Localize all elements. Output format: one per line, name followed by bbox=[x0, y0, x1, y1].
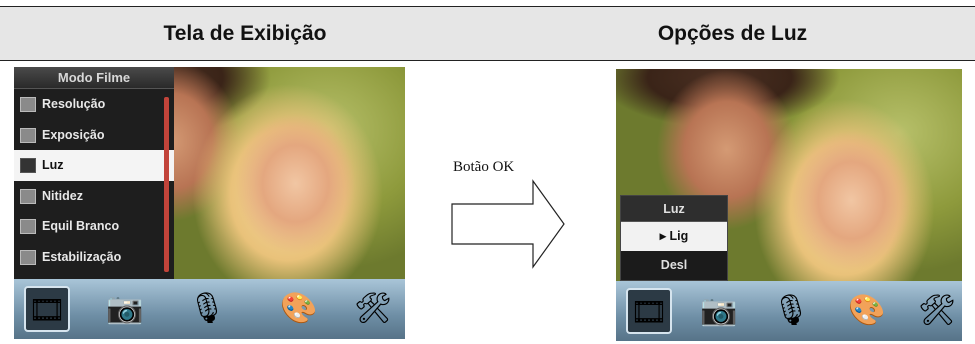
menu-item-exposure[interactable]: Exposição bbox=[14, 120, 174, 151]
resolution-icon bbox=[20, 97, 36, 112]
exposure-icon bbox=[20, 127, 36, 143]
light-icon bbox=[20, 158, 36, 173]
menu-item-label: Exposição bbox=[42, 127, 105, 142]
display-screen: Modo Filme Resolução Exposição Luz Nitid… bbox=[14, 67, 405, 339]
menu-item-label: Nitidez bbox=[42, 188, 83, 203]
popup-title: Luz bbox=[621, 196, 727, 222]
light-options-screen: Luz ▸ Lig Desl 🎞 📷 🎙 🎨 🛠 bbox=[616, 69, 962, 341]
palette-icon[interactable]: 🎨 bbox=[276, 286, 322, 332]
menu-item-white-balance[interactable]: Equil Branco bbox=[14, 211, 174, 242]
menu-item-resolution[interactable]: Resolução bbox=[14, 89, 174, 120]
right-arrow-icon bbox=[451, 179, 565, 269]
menu-item-label: Luz bbox=[42, 158, 64, 172]
menu-item-label: Resolução bbox=[42, 97, 106, 111]
menu-item-label: Equil Branco bbox=[42, 219, 120, 233]
menu-item-stabilization[interactable]: Estabilização bbox=[14, 242, 174, 273]
ok-button-label: Botão OK bbox=[453, 159, 515, 175]
microphone-icon[interactable]: 🎙 bbox=[184, 286, 230, 332]
microphone-icon[interactable]: 🎙 bbox=[768, 288, 814, 334]
menu-title: Modo Filme bbox=[14, 67, 174, 89]
mode-tabbar: 🎞 📷 🎙 🎨 🛠 bbox=[14, 279, 405, 339]
tools-icon[interactable]: 🛠 bbox=[914, 288, 960, 334]
option-off[interactable]: Desl bbox=[621, 251, 727, 280]
left-panel-title: Tela de Exibição bbox=[163, 22, 327, 45]
film-reel-icon[interactable]: 🎞 bbox=[24, 286, 70, 332]
option-on[interactable]: ▸ Lig bbox=[621, 222, 727, 251]
menu-item-sharpness[interactable]: Nitidez bbox=[14, 181, 174, 212]
light-options-popup: Luz ▸ Lig Desl bbox=[620, 195, 728, 281]
menu-item-label: Estabilização bbox=[42, 249, 122, 264]
tools-icon[interactable]: 🛠 bbox=[350, 286, 396, 332]
palette-icon[interactable]: 🎨 bbox=[844, 288, 890, 334]
stabilization-icon bbox=[20, 249, 36, 265]
right-panel-title: Opções de Luz bbox=[657, 22, 808, 45]
camera-icon[interactable]: 📷 bbox=[102, 286, 148, 332]
film-reel-icon[interactable]: 🎞 bbox=[626, 288, 672, 334]
white-balance-icon bbox=[20, 219, 36, 234]
menu-scrollbar[interactable] bbox=[164, 97, 169, 272]
camera-icon[interactable]: 📷 bbox=[696, 288, 742, 334]
sharpness-icon bbox=[20, 188, 36, 204]
mode-tabbar: 🎞 📷 🎙 🎨 🛠 bbox=[616, 281, 962, 341]
movie-mode-menu: Modo Filme Resolução Exposição Luz Nitid… bbox=[14, 67, 174, 279]
menu-item-light[interactable]: Luz bbox=[14, 150, 174, 181]
